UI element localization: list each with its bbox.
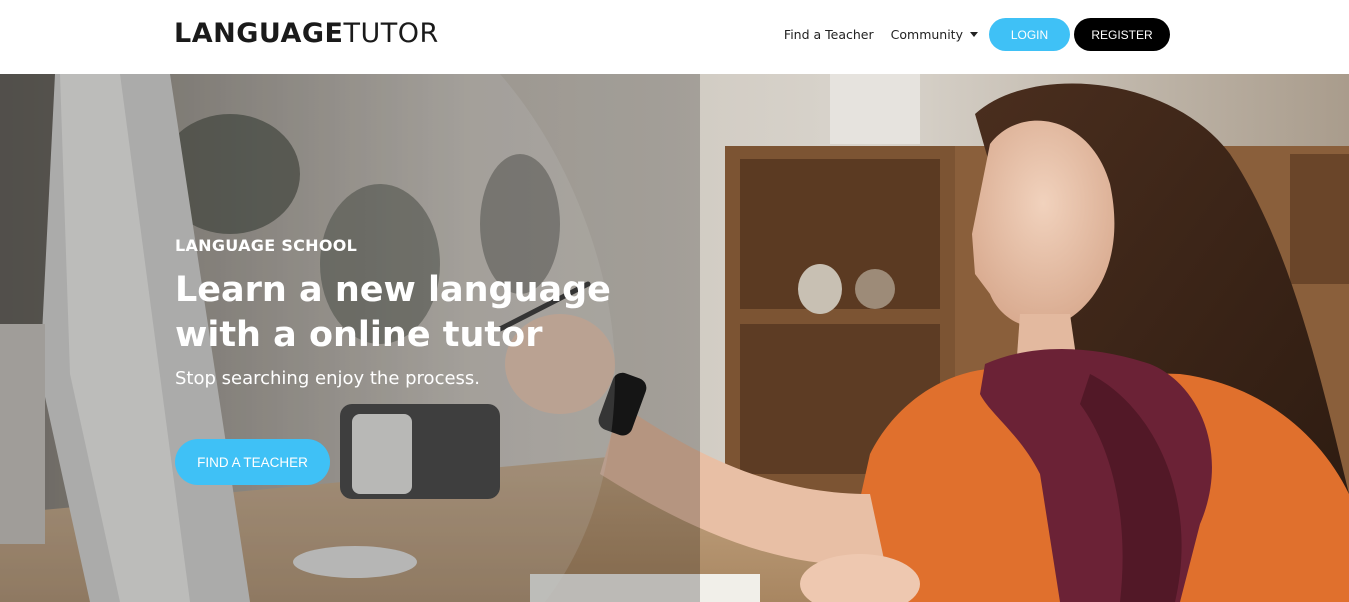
hero-eyebrow: LANGUAGE SCHOOL [175, 236, 358, 255]
site-logo[interactable]: LANGUAGETUTOR [174, 19, 439, 49]
logo-text-light: TUTOR [343, 18, 439, 49]
hero-headline: Learn a new language with a online tutor [175, 268, 635, 358]
main-nav: Find a Teacher Community LOGIN REGISTER [784, 18, 1170, 51]
logo-text-bold: LANGUAGE [174, 18, 344, 49]
nav-community-dropdown[interactable]: Community [891, 27, 978, 42]
hero-subtitle: Stop searching enjoy the process. [175, 368, 481, 389]
hero-text-block: LANGUAGE SCHOOL Learn a new language wit… [175, 236, 635, 391]
login-button[interactable]: LOGIN [989, 18, 1070, 51]
find-teacher-button[interactable]: FIND A TEACHER [175, 439, 330, 485]
register-button[interactable]: REGISTER [1074, 18, 1170, 51]
hero-headline-line-2: with a online tutor [175, 315, 543, 355]
site-header: LANGUAGETUTOR Find a Teacher Community L… [0, 0, 1349, 74]
nav-community-label: Community [890, 27, 963, 42]
nav-find-teacher-link[interactable]: Find a Teacher [784, 27, 874, 42]
hero-section: LANGUAGE SCHOOL Learn a new language wit… [0, 74, 1349, 602]
hero-headline-line-1: Learn a new language [175, 270, 611, 310]
caret-down-icon [970, 32, 978, 37]
